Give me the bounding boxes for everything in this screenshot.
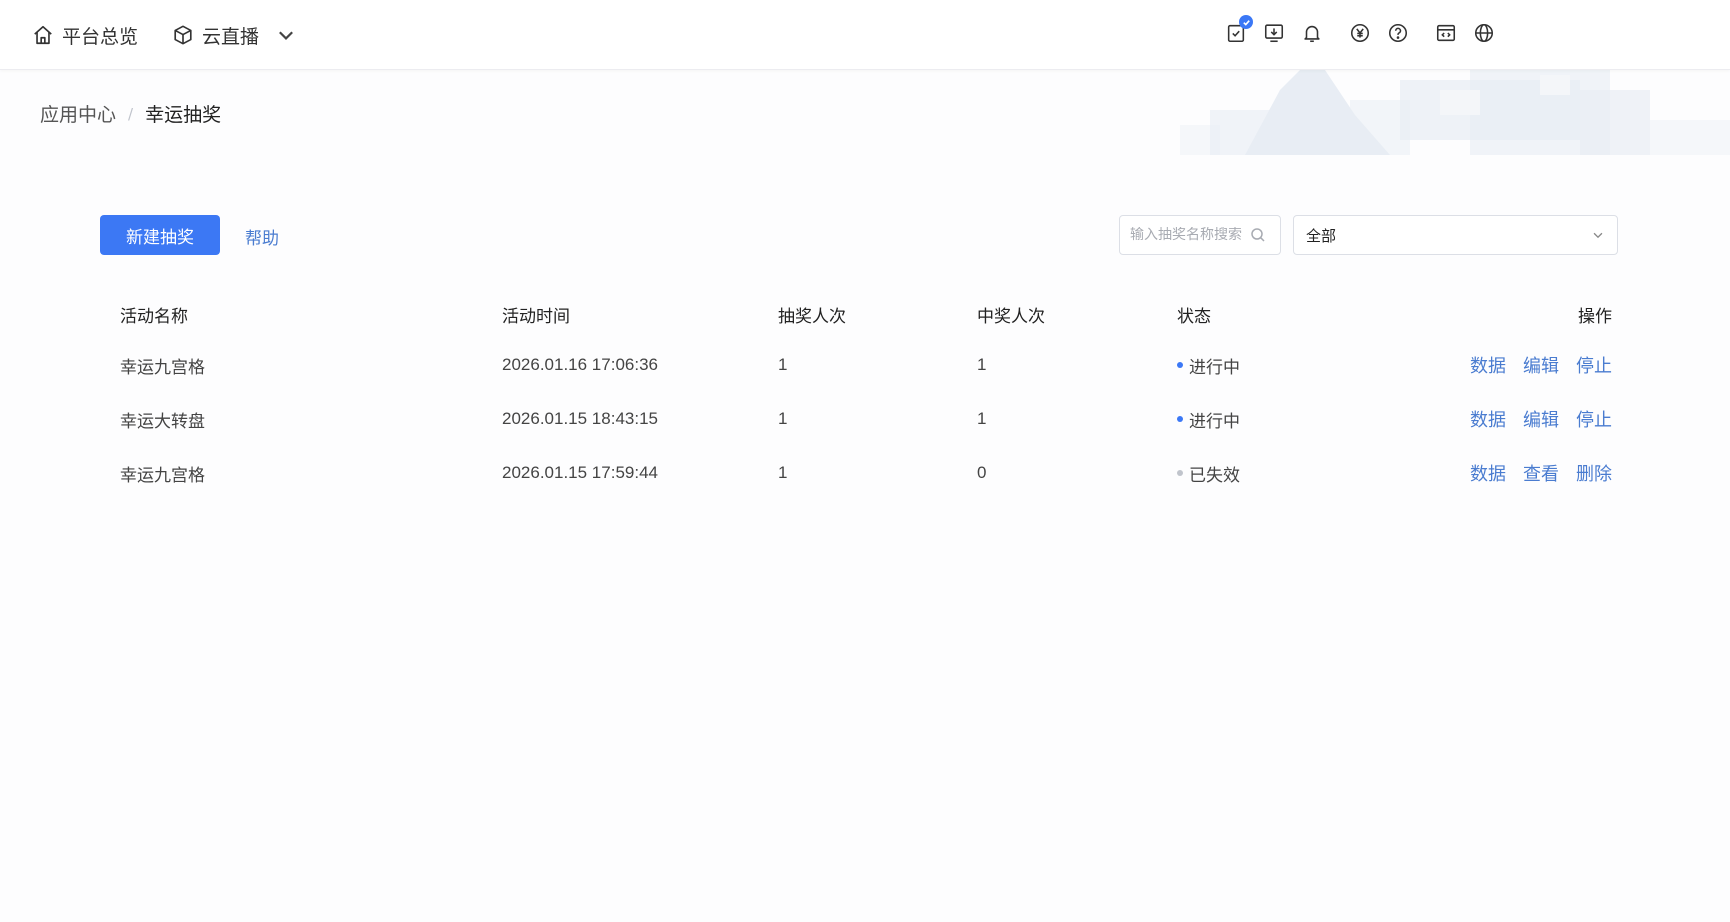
status-filter-value: 全部 [1306, 226, 1337, 245]
status-label: 进行中 [1189, 411, 1240, 432]
home-icon [34, 25, 52, 45]
bell-icon [1304, 25, 1320, 43]
search-box [1119, 215, 1281, 255]
row-draws: 1 [778, 355, 788, 374]
chevron-down-icon [279, 31, 293, 40]
status-dot-icon [1177, 416, 1183, 422]
header-background-illustration [1180, 70, 1730, 155]
row-name: 幸运九宫格 [120, 465, 205, 486]
help-link[interactable]: 帮助 [245, 224, 279, 249]
row-time: 2026.01.16 17:06:36 [502, 355, 658, 374]
status-label: 已失效 [1189, 465, 1240, 486]
header-ops: 操作 [1578, 306, 1612, 327]
row-status: 已失效 [1177, 446, 1240, 500]
header-draws: 抽奖人次 [778, 306, 846, 327]
lottery-table: 活动名称 活动时间 抽奖人次 中奖人次 状态 操作 幸运九宫格 2026.01.… [100, 290, 1620, 500]
row-name: 幸运大转盘 [120, 411, 205, 432]
header-name: 活动名称 [120, 306, 188, 327]
op-data-link[interactable]: 数据 [1470, 406, 1506, 432]
status-filter-select[interactable]: 全部 [1293, 215, 1618, 255]
table-row: 幸运大转盘 2026.01.15 18:43:15 1 1 进行中 数据 编辑 … [100, 392, 1620, 446]
breadcrumb: 应用中心 / 幸运抽奖 [40, 100, 221, 127]
tasks-button[interactable] [1225, 15, 1253, 44]
billing-button[interactable] [1349, 22, 1371, 44]
row-draws: 1 [778, 463, 788, 482]
globe-icon [1474, 23, 1494, 43]
row-name: 幸运九宫格 [120, 357, 205, 378]
breadcrumb-root[interactable]: 应用中心 [40, 100, 116, 127]
table-header: 活动名称 活动时间 抽奖人次 中奖人次 状态 操作 [100, 290, 1620, 338]
download-icon [1264, 24, 1284, 43]
op-delete-link[interactable]: 删除 [1576, 460, 1612, 486]
row-ops: 数据 编辑 停止 [1453, 338, 1612, 392]
row-status: 进行中 [1177, 392, 1240, 446]
breadcrumb-separator: / [128, 104, 134, 123]
breadcrumb-current: 幸运抽奖 [145, 104, 222, 126]
notifications-button[interactable] [1301, 22, 1323, 44]
row-time: 2026.01.15 17:59:44 [502, 463, 658, 482]
status-label: 进行中 [1189, 357, 1240, 378]
download-button[interactable] [1263, 22, 1285, 44]
developer-button[interactable] [1435, 22, 1457, 44]
header-time: 活动时间 [502, 306, 570, 327]
op-view-link[interactable]: 查看 [1523, 460, 1559, 486]
row-wins: 1 [977, 409, 987, 428]
search-input[interactable] [1130, 227, 1246, 243]
cube-icon [174, 25, 192, 45]
op-edit-link[interactable]: 编辑 [1523, 352, 1559, 378]
nav-home-label: 平台总览 [62, 25, 139, 48]
row-time: 2026.01.15 18:43:15 [502, 409, 658, 428]
status-dot-icon [1177, 362, 1183, 368]
row-wins: 0 [977, 463, 987, 482]
op-stop-link[interactable]: 停止 [1576, 352, 1612, 378]
nav-live-label: 云直播 [202, 25, 260, 48]
op-data-link[interactable]: 数据 [1470, 352, 1506, 378]
row-ops: 数据 查看 删除 [1453, 446, 1612, 500]
nav-live-dropdown[interactable]: 云直播 [172, 20, 297, 50]
yuan-icon [1350, 23, 1370, 43]
op-data-link[interactable]: 数据 [1470, 460, 1506, 486]
status-dot-icon [1177, 470, 1183, 476]
nav-home[interactable]: 平台总览 [32, 20, 138, 50]
table-row: 幸运九宫格 2026.01.15 17:59:44 1 0 已失效 数据 查看 … [100, 446, 1620, 500]
row-wins: 1 [977, 355, 987, 374]
row-status: 进行中 [1177, 338, 1240, 392]
search-icon[interactable] [1250, 227, 1266, 243]
language-button[interactable] [1473, 22, 1495, 44]
help-button[interactable] [1387, 22, 1409, 44]
help-icon [1388, 23, 1408, 43]
op-stop-link[interactable]: 停止 [1576, 406, 1612, 432]
op-edit-link[interactable]: 编辑 [1523, 406, 1559, 432]
row-draws: 1 [778, 409, 788, 428]
new-lottery-button[interactable]: 新建抽奖 [100, 215, 220, 255]
top-bar: 平台总览 云直播 [0, 0, 1730, 70]
table-row: 幸运九宫格 2026.01.16 17:06:36 1 1 进行中 数据 编辑 … [100, 338, 1620, 392]
check-badge-icon [1239, 15, 1253, 29]
header-wins: 中奖人次 [977, 306, 1045, 327]
header-status: 状态 [1177, 306, 1211, 327]
chevron-down-icon [1593, 232, 1603, 239]
row-ops: 数据 编辑 停止 [1453, 392, 1612, 446]
code-window-icon [1436, 24, 1456, 42]
header-tools [1225, 15, 1495, 44]
